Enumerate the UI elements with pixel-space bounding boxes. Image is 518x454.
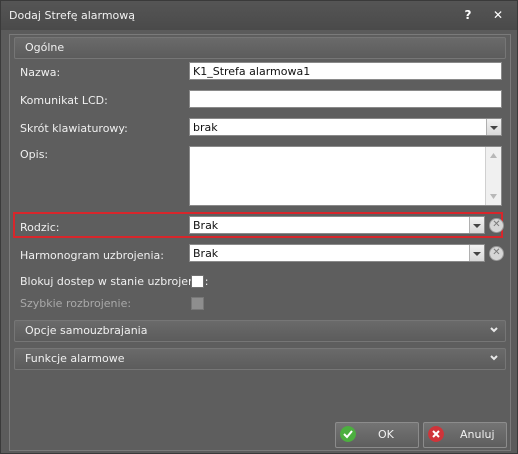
section-alarm-functions-header[interactable]: Funkcje alarmowe — [14, 348, 506, 370]
cancel-label: Anuluj — [460, 428, 495, 441]
name-label: Nazwa: — [20, 66, 61, 79]
close-button[interactable]: ✕ — [489, 7, 507, 23]
title-bar[interactable]: Dodaj Strefę alarmową ? ✕ — [1, 1, 517, 30]
ok-button[interactable]: OK — [335, 422, 419, 448]
block-access-checkbox[interactable] — [191, 275, 204, 288]
block-access-label: Blokuj dostep w stanie uzbrojenia: — [20, 275, 209, 288]
chevron-down-icon — [490, 327, 498, 333]
quick-arm-checkbox[interactable] — [191, 297, 204, 310]
schedule-dropdown[interactable]: Brak — [189, 244, 485, 262]
section-general-label: Ogólne — [25, 41, 65, 54]
cancel-button[interactable]: Anuluj — [423, 422, 507, 448]
shortcut-label: Skrót klawiaturowy: — [20, 122, 128, 135]
chevron-down-icon — [490, 355, 498, 361]
scrollbar-arrows-icon — [490, 153, 497, 199]
help-button[interactable]: ? — [459, 7, 477, 23]
chevron-down-icon[interactable] — [469, 245, 484, 261]
dialog-content: Ogólne Nazwa: K1_Strefa alarmowa1 Komuni… — [9, 34, 511, 451]
schedule-value: Brak — [193, 247, 219, 260]
section-alarm-functions-label: Funkcje alarmowe — [25, 352, 125, 365]
section-auto-arm-header[interactable]: Opcje samouzbrajania — [14, 320, 506, 342]
parent-value: Brak — [193, 219, 219, 232]
check-icon — [340, 426, 356, 442]
quick-arm-label: Szybkie rozbrojenie: — [20, 297, 132, 310]
description-scrollbar[interactable] — [485, 147, 501, 205]
clear-schedule-icon[interactable]: ✕ — [489, 246, 504, 261]
parent-label: Rodzic: — [20, 221, 60, 234]
section-general-header[interactable]: Ogólne — [14, 37, 506, 59]
window-title: Dodaj Strefę alarmową — [9, 9, 136, 22]
dialog-window: Dodaj Strefę alarmową ? ✕ Ogólne Nazwa: … — [0, 0, 518, 454]
clear-parent-icon[interactable]: ✕ — [489, 218, 504, 233]
description-textarea[interactable] — [189, 146, 502, 206]
chevron-down-icon[interactable] — [469, 217, 484, 233]
description-label: Opis: — [20, 148, 49, 161]
lcd-label: Komunikat LCD: — [20, 94, 108, 107]
shortcut-value: brak — [193, 121, 218, 134]
shortcut-dropdown[interactable]: brak — [189, 118, 502, 136]
section-auto-arm-label: Opcje samouzbrajania — [25, 324, 148, 337]
parent-dropdown[interactable]: Brak — [189, 216, 485, 234]
cancel-icon — [428, 426, 444, 442]
ok-label: OK — [378, 428, 394, 441]
lcd-field[interactable] — [189, 90, 502, 108]
chevron-down-icon[interactable] — [486, 119, 501, 135]
name-field[interactable]: K1_Strefa alarmowa1 — [189, 62, 502, 80]
schedule-label: Harmonogram uzbrojenia: — [20, 249, 164, 262]
